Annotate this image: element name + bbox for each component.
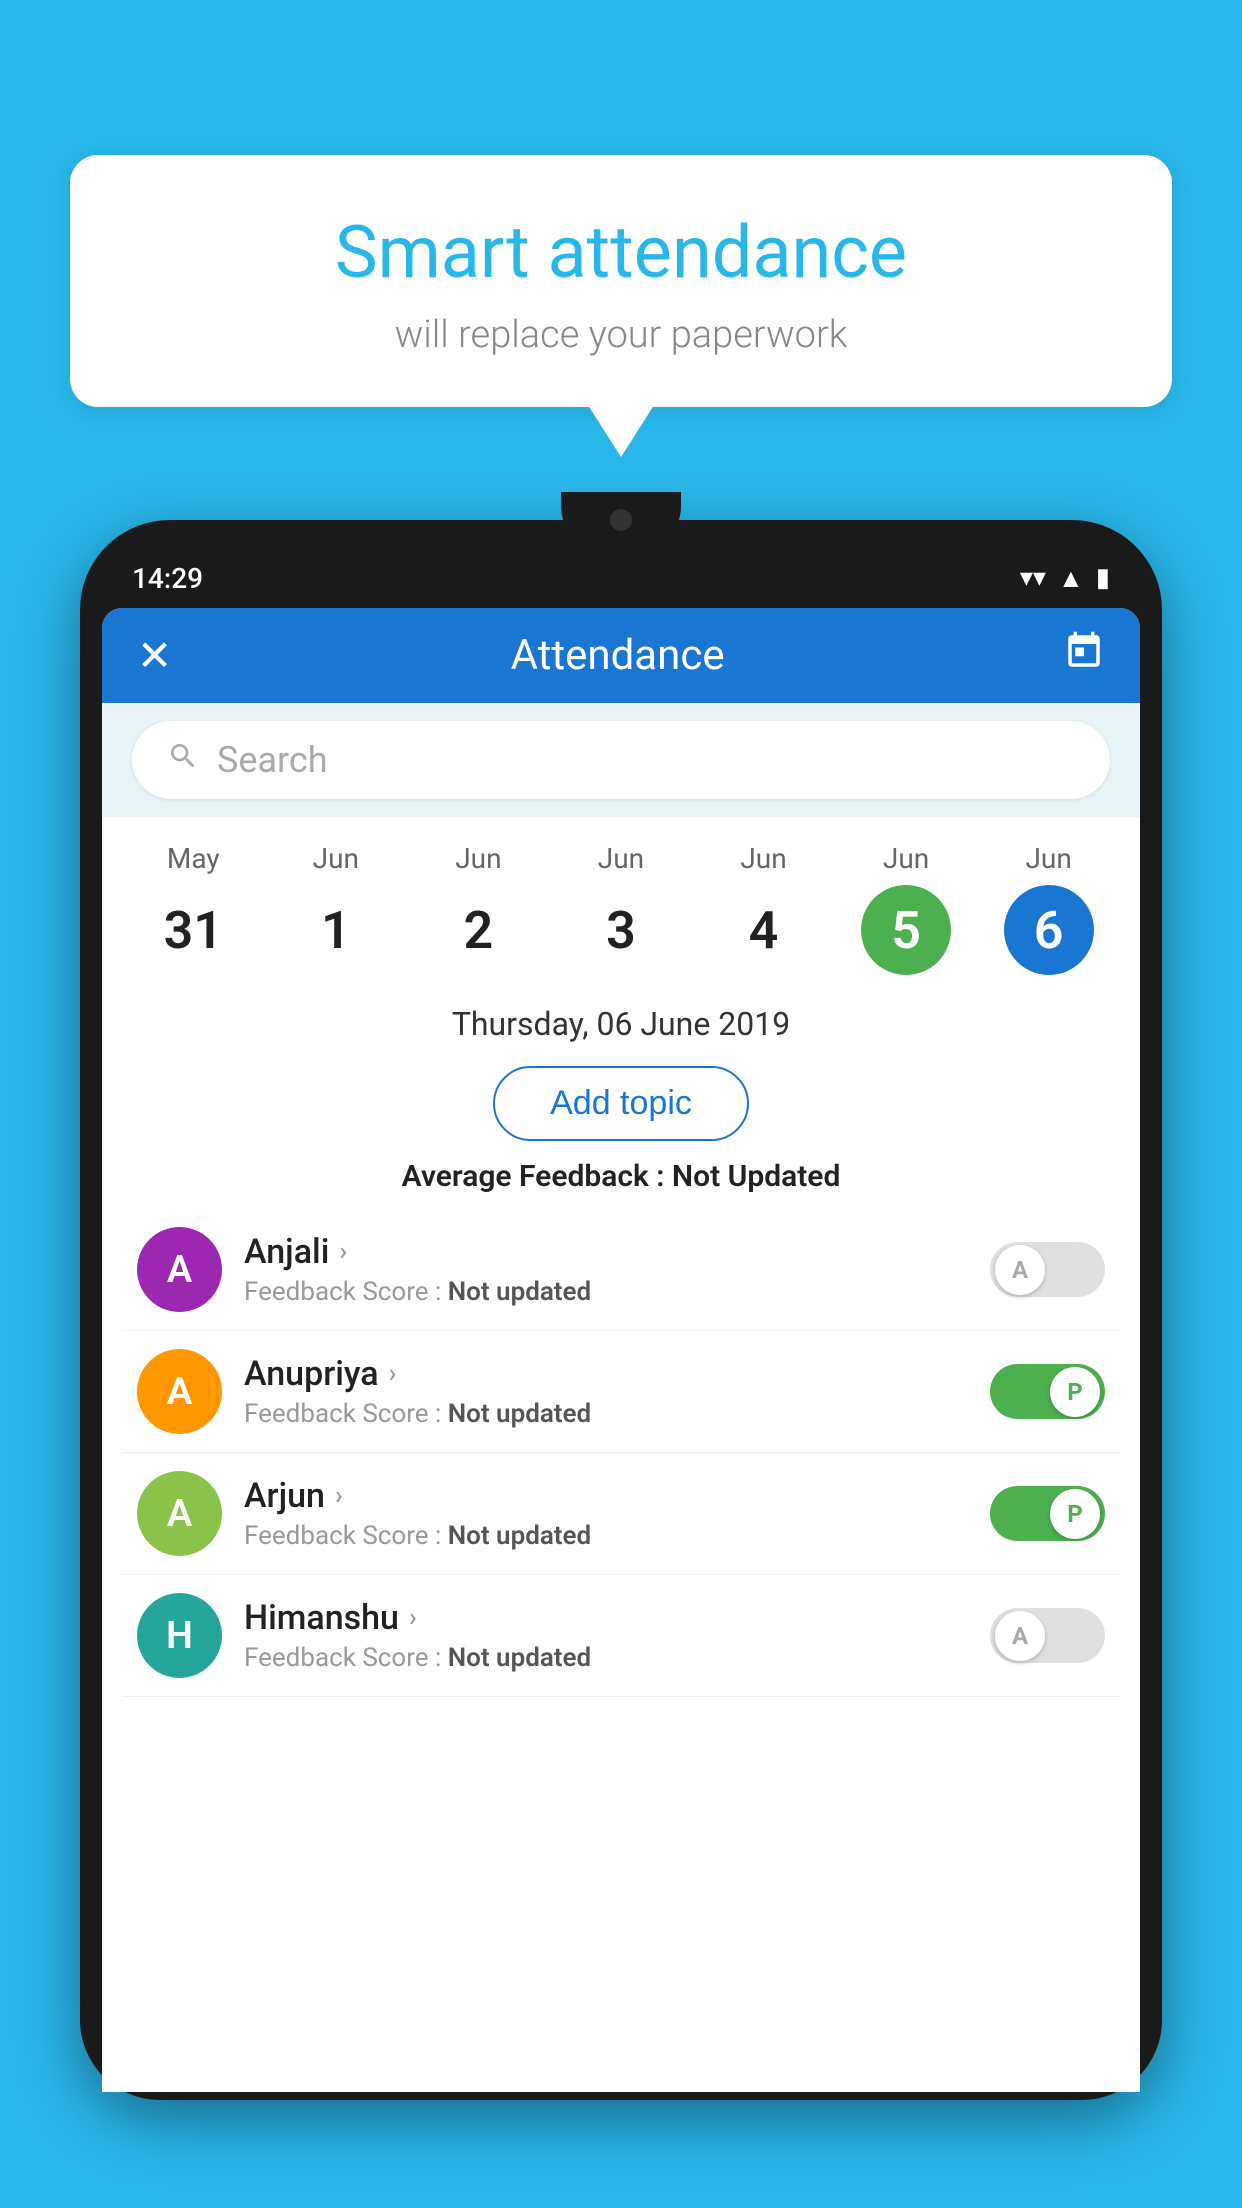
toggle-knob: P xyxy=(1050,1489,1100,1539)
status-bar: 14:29 ▾▾ ▲ ▮ xyxy=(102,548,1140,608)
selected-date-text: Thursday, 06 June 2019 xyxy=(122,1005,1120,1043)
search-placeholder: Search xyxy=(217,739,328,781)
avatar: A xyxy=(137,1227,222,1312)
student-item[interactable]: A Anupriya › Feedback Score : Not updated P xyxy=(122,1331,1120,1453)
calendar-day[interactable]: Jun3 xyxy=(566,842,676,975)
wifi-icon: ▾▾ xyxy=(1020,563,1046,593)
phone-screen: ✕ Attendance Search xyxy=(102,608,1140,2092)
avatar: A xyxy=(137,1471,222,1556)
student-name: Anupriya › xyxy=(244,1354,968,1394)
phone-notch xyxy=(561,492,681,547)
status-icons: ▾▾ ▲ ▮ xyxy=(1020,563,1110,594)
feedback-score: Feedback Score : Not updated xyxy=(244,1643,968,1673)
student-list: AAnjali ›Feedback Score : Not updatedAAA… xyxy=(102,1209,1140,1697)
bubble-subtitle: will replace your paperwork xyxy=(130,313,1112,357)
feedback-score: Feedback Score : Not updated xyxy=(244,1277,968,1307)
chevron-right-icon: › xyxy=(389,1359,397,1389)
calendar-day[interactable]: Jun6 xyxy=(994,842,1104,975)
calendar-day[interactable]: Jun4 xyxy=(709,842,819,975)
camera-dot xyxy=(610,509,632,531)
phone-wrapper: 14:29 ▾▾ ▲ ▮ ✕ Attendance xyxy=(80,520,1162,2208)
student-item[interactable]: A Anjali › Feedback Score : Not updated A xyxy=(122,1209,1120,1331)
student-item[interactable]: H Himanshu › Feedback Score : Not updated A xyxy=(122,1575,1120,1697)
student-name: Anjali › xyxy=(244,1232,968,1272)
add-topic-button[interactable]: Add topic xyxy=(493,1066,749,1141)
chevron-right-icon: › xyxy=(339,1237,347,1267)
attendance-toggle[interactable]: A xyxy=(990,1242,1105,1297)
speech-bubble: Smart attendance will replace your paper… xyxy=(70,155,1172,407)
avatar: A xyxy=(137,1349,222,1434)
attendance-toggle[interactable]: P xyxy=(990,1486,1105,1541)
battery-icon: ▮ xyxy=(1096,563,1110,593)
student-name: Himanshu › xyxy=(244,1598,968,1638)
chevron-right-icon: › xyxy=(409,1603,417,1633)
attendance-toggle[interactable]: P xyxy=(990,1364,1105,1419)
bubble-title: Smart attendance xyxy=(130,210,1112,295)
status-time: 14:29 xyxy=(132,562,203,595)
toggle-knob: A xyxy=(995,1611,1045,1661)
student-item[interactable]: A Arjun › Feedback Score : Not updated P xyxy=(122,1453,1120,1575)
close-button[interactable]: ✕ xyxy=(137,631,172,681)
calendar-day[interactable]: May31 xyxy=(138,842,248,975)
search-bar[interactable]: Search xyxy=(132,721,1110,799)
chevron-right-icon: › xyxy=(335,1481,343,1511)
attendance-toggle[interactable]: A xyxy=(990,1608,1105,1663)
student-name: Arjun › xyxy=(244,1476,968,1516)
phone-outer: 14:29 ▾▾ ▲ ▮ ✕ Attendance xyxy=(80,520,1162,2100)
search-icon xyxy=(167,740,199,780)
signal-icon: ▲ xyxy=(1058,563,1084,594)
calendar-button[interactable] xyxy=(1063,630,1105,681)
student-info: Anjali › Feedback Score : Not updated xyxy=(244,1232,968,1307)
feedback-score: Feedback Score : Not updated xyxy=(244,1521,968,1551)
feedback-score: Feedback Score : Not updated xyxy=(244,1399,968,1429)
toggle-knob: P xyxy=(1050,1367,1100,1417)
toggle-knob: A xyxy=(995,1245,1045,1295)
avatar: H xyxy=(137,1593,222,1678)
calendar-day[interactable]: Jun2 xyxy=(423,842,533,975)
calendar-day[interactable]: Jun1 xyxy=(281,842,391,975)
student-info: Arjun › Feedback Score : Not updated xyxy=(244,1476,968,1551)
avg-feedback: Average Feedback : Not Updated xyxy=(102,1159,1140,1194)
speech-bubble-container: Smart attendance will replace your paper… xyxy=(70,155,1172,407)
search-wrapper: Search xyxy=(102,703,1140,817)
calendar-day[interactable]: Jun5 xyxy=(851,842,961,975)
app-header: ✕ Attendance xyxy=(102,608,1140,703)
student-info: Himanshu › Feedback Score : Not updated xyxy=(244,1598,968,1673)
app-title: Attendance xyxy=(511,631,725,680)
selected-date-info: Thursday, 06 June 2019 xyxy=(102,990,1140,1048)
calendar-strip: May31 Jun1 Jun2 Jun3 Jun4 Jun5 Jun6 xyxy=(102,817,1140,990)
student-info: Anupriya › Feedback Score : Not updated xyxy=(244,1354,968,1429)
